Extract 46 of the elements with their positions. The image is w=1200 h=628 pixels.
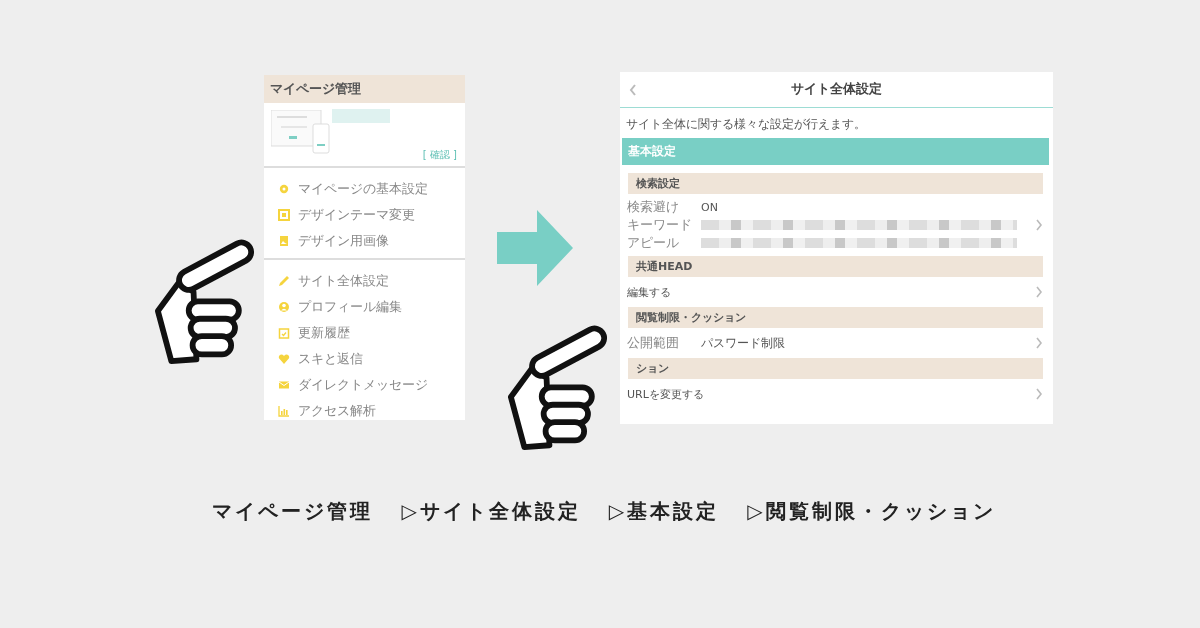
menu-item[interactable]: スキと返信 (298, 350, 363, 368)
frame-icon (278, 209, 290, 221)
chevron-icon[interactable] (1035, 219, 1043, 231)
row-link[interactable]: URLを変更する (627, 386, 704, 402)
field-label: 公開範囲 (627, 334, 680, 352)
gear-icon (278, 183, 290, 195)
pencil-icon (278, 275, 290, 287)
breadcrumb-step: マイページ管理 (212, 498, 374, 525)
subsection-header: 検索設定 (628, 173, 1043, 194)
menu-item[interactable]: マイページの基本設定 (298, 180, 428, 198)
menu-item[interactable]: プロフィール編集 (298, 298, 402, 316)
calendar-icon (278, 327, 290, 339)
menu-item[interactable]: デザインテーマ変更 (298, 206, 415, 224)
field-label: キーワード (627, 216, 693, 234)
breadcrumb-step: ▷基本設定 (608, 498, 720, 525)
subsection-header: 閲覧制限・クッション (628, 307, 1043, 328)
section-header: 基本設定 (622, 138, 1049, 165)
breadcrumb-step: ▷閲覧制限・クッション (747, 498, 996, 525)
row-link[interactable]: 編集する (627, 284, 671, 300)
chart-icon (278, 405, 290, 417)
blurred-site-name (332, 109, 390, 123)
field-value: ON (701, 200, 718, 214)
chevron-icon[interactable] (1035, 286, 1043, 298)
page-title: サイト全体設定 (791, 81, 882, 98)
heart-icon (278, 353, 290, 365)
field-label: アピール (627, 234, 680, 252)
menu-item[interactable]: デザイン用画像 (298, 232, 389, 250)
back-icon[interactable] (629, 84, 637, 96)
menu-item[interactable]: アクセス解析 (298, 402, 376, 420)
subsection-header: ション (628, 358, 1043, 379)
field-value: パスワード制限 (701, 334, 786, 352)
menu-item[interactable]: ダイレクトメッセージ (298, 376, 428, 394)
person-icon (278, 301, 290, 313)
menu-item[interactable]: サイト全体設定 (298, 272, 389, 290)
chevron-icon[interactable] (1035, 388, 1043, 400)
breadcrumb-step: ▷サイト全体設定 (401, 498, 581, 525)
arrow-icon (497, 210, 573, 286)
panel-title: マイページ管理 (264, 75, 465, 103)
description: サイト全体に関する様々な設定が行えます。 (625, 116, 867, 133)
image-icon (278, 235, 290, 247)
mail-icon (278, 379, 290, 391)
chevron-icon[interactable] (1035, 337, 1043, 349)
menu-item[interactable]: 更新履歴 (298, 324, 350, 342)
subsection-header: 共通HEAD (628, 256, 1043, 277)
field-label: 検索避け (627, 198, 680, 216)
confirm-link[interactable]: [ 確認 ] (422, 148, 457, 162)
